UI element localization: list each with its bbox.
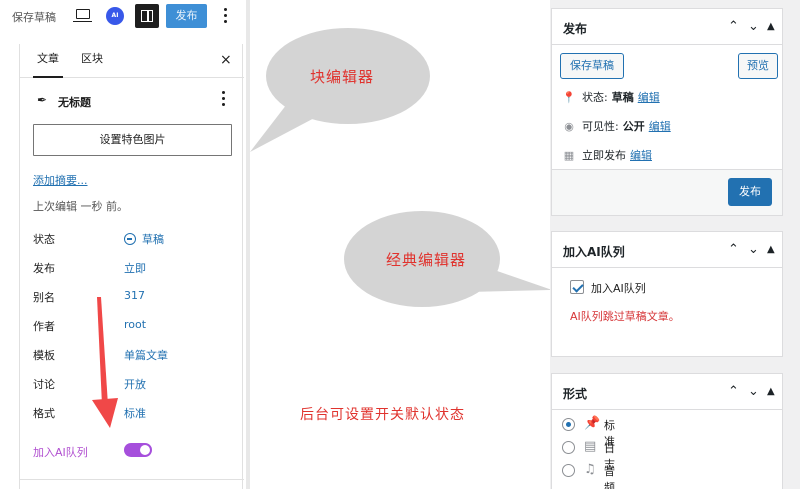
eye-icon: ◉ xyxy=(564,120,574,133)
edit-visibility-link[interactable]: 编辑 xyxy=(649,120,671,133)
left-red-arrow xyxy=(92,297,118,428)
schedule-label: 立即发布 xyxy=(582,149,626,162)
status-value: 草稿 xyxy=(611,91,634,104)
metabox-title: 加入AI队列 xyxy=(563,245,625,259)
edit-schedule-link[interactable]: 编辑 xyxy=(630,149,652,162)
publish-actions: 发布 xyxy=(552,169,782,215)
publish-schedule-row: ▦ 立即发布 编辑 xyxy=(562,147,652,163)
move-down-icon[interactable]: ⌄ xyxy=(748,19,759,34)
edit-status-link[interactable]: 编辑 xyxy=(638,91,660,104)
ai-queue-note: AI队列跳过草稿文章。 xyxy=(570,310,680,323)
publish-metabox: 发布 ⌃ ⌄ ▲ 保存草稿 预览 📍 状态: 草稿 编辑 ◉ 可见性: 公开 编辑 ▦ 立即发… xyxy=(551,8,783,216)
move-down-icon[interactable]: ⌄ xyxy=(748,242,759,257)
preview-button[interactable]: 预览 xyxy=(738,53,778,79)
move-up-icon[interactable]: ⌃ xyxy=(728,19,739,34)
publish-status-row: 📍 状态: 草稿 编辑 xyxy=(562,89,660,105)
visibility-label: 可见性: xyxy=(582,120,619,133)
pin-icon: 📍 xyxy=(562,91,576,104)
metabox-header: 加入AI队列 ⌃ ⌄ ▲ xyxy=(552,232,782,268)
document-icon: ▤ xyxy=(584,439,597,454)
calendar-icon: ▦ xyxy=(563,149,575,162)
format-radio[interactable] xyxy=(562,418,575,431)
collapse-triangle-icon[interactable]: ▲ xyxy=(767,21,775,32)
metabox-title: 发布 xyxy=(563,22,588,36)
format-radio[interactable] xyxy=(562,464,575,477)
visibility-value: 公开 xyxy=(622,120,645,133)
format-radio[interactable] xyxy=(562,441,575,454)
music-note-icon: ♫ xyxy=(584,462,596,477)
ai-queue-metabox: 加入AI队列 ⌃ ⌄ ▲ 加入AI队列 AI队列跳过草稿文章。 xyxy=(551,231,783,357)
metabox-header: 发布 ⌃ ⌄ ▲ xyxy=(552,9,782,45)
ai-queue-checkbox-label[interactable]: 加入AI队列 xyxy=(591,280,646,296)
format-metabox: 形式 ⌃ ⌄ ▲ 📌 标准 ▤ 日志 ♫ 音频 xyxy=(551,373,783,489)
format-label: 音频 xyxy=(604,465,615,489)
collapse-triangle-icon[interactable]: ▲ xyxy=(767,386,775,397)
save-draft-button[interactable]: 保存草稿 xyxy=(560,53,624,79)
pin-icon: 📌 xyxy=(584,416,601,431)
publish-visibility-row: ◉ 可见性: 公开 编辑 xyxy=(562,118,671,134)
collapse-triangle-icon[interactable]: ▲ xyxy=(767,244,775,255)
move-down-icon[interactable]: ⌄ xyxy=(748,384,759,399)
publish-button[interactable]: 发布 xyxy=(728,178,772,206)
metabox-title: 形式 xyxy=(563,387,588,401)
move-up-icon[interactable]: ⌃ xyxy=(728,384,739,399)
classic-editor-screenshot: 发布 ⌃ ⌄ ▲ 保存草稿 预览 📍 状态: 草稿 编辑 ◉ 可见性: 公开 编辑 ▦ 立即发… xyxy=(550,0,800,489)
status-label: 状态: xyxy=(582,91,608,104)
metabox-header: 形式 ⌃ ⌄ ▲ xyxy=(552,374,782,410)
move-up-icon[interactable]: ⌃ xyxy=(728,242,739,257)
ai-queue-checkbox[interactable] xyxy=(570,280,584,294)
